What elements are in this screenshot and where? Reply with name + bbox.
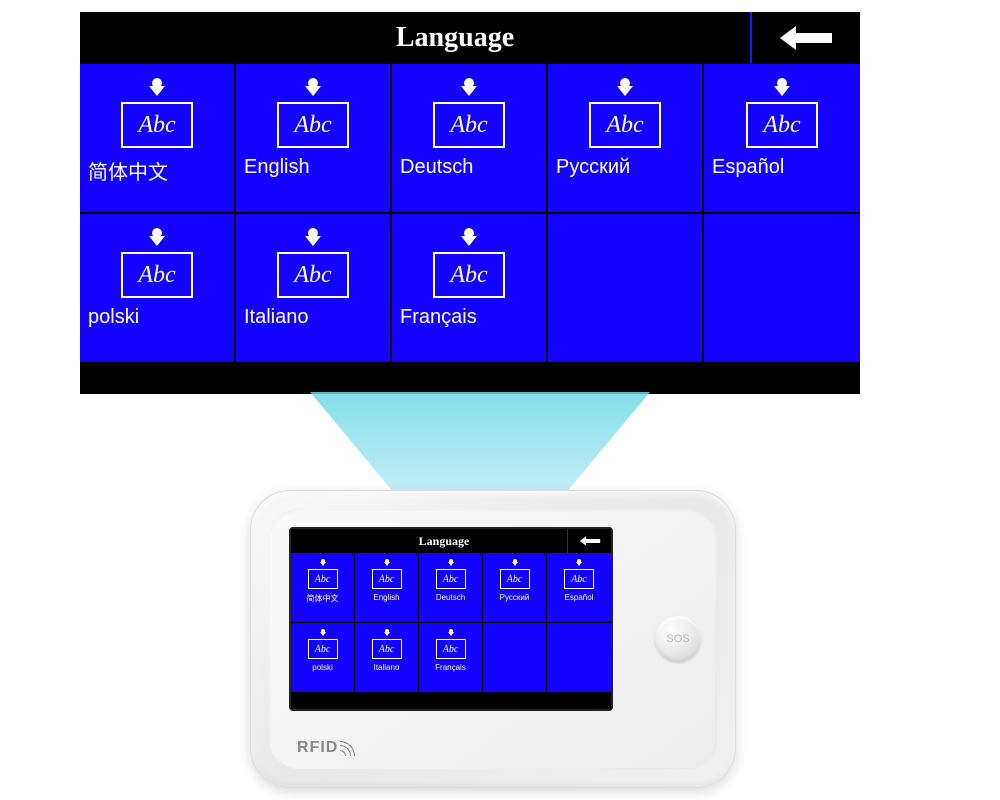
language-label: English	[236, 156, 310, 179]
language-option-empty	[548, 214, 704, 364]
language-option-french[interactable]: Abc Français	[392, 214, 548, 364]
language-label: polski	[312, 663, 332, 672]
language-label: 简体中文	[80, 156, 168, 185]
back-button[interactable]	[567, 529, 611, 553]
language-label: Español	[565, 593, 594, 602]
abc-board-icon: Abc	[308, 559, 338, 589]
language-label: Русский	[500, 593, 530, 602]
abc-board-icon: Abc	[372, 559, 402, 589]
alarm-panel-device: Language Abc 简体中文 Abc English Abc Deutsc…	[250, 490, 736, 788]
header-bar: Language	[80, 12, 860, 64]
abc-board-icon: Abc	[121, 78, 193, 148]
language-option-spanish[interactable]: Abc Español	[704, 64, 860, 214]
back-button[interactable]	[750, 12, 860, 63]
abc-board-icon: Abc	[436, 629, 466, 659]
language-option-russian[interactable]: Abc Русский	[548, 64, 704, 214]
sos-button[interactable]: SOS	[655, 616, 701, 662]
abc-board-icon: Abc	[564, 559, 594, 589]
language-label: Italiano	[374, 663, 400, 672]
rfid-label: RFID	[297, 739, 356, 757]
abc-board-icon: Abc	[277, 228, 349, 298]
language-option-italian[interactable]: Abc Italiano	[355, 623, 419, 693]
abc-board-icon: Abc	[277, 78, 349, 148]
language-label: Español	[704, 156, 784, 179]
language-label: English	[373, 593, 399, 602]
abc-board-icon: Abc	[433, 78, 505, 148]
language-option-empty	[547, 623, 611, 693]
language-option-chinese-simplified[interactable]: Abc 简体中文	[80, 64, 236, 214]
header-bar: Language	[291, 529, 611, 553]
language-option-empty	[483, 623, 547, 693]
language-option-english[interactable]: Abc English	[236, 64, 392, 214]
language-option-chinese-simplified[interactable]: Abc 简体中文	[291, 553, 355, 623]
abc-board-icon: Abc	[500, 559, 530, 589]
language-option-german[interactable]: Abc Deutsch	[419, 553, 483, 623]
language-option-empty	[704, 214, 860, 364]
language-option-german[interactable]: Abc Deutsch	[392, 64, 548, 214]
language-label: Français	[392, 306, 477, 329]
language-option-french[interactable]: Abc Français	[419, 623, 483, 693]
footer-bar	[80, 364, 860, 394]
abc-board-icon: Abc	[589, 78, 661, 148]
language-grid: Abc 简体中文 Abc English Abc Deutsch Abc Рус…	[80, 64, 860, 364]
language-label: Deutsch	[392, 156, 473, 179]
page-title: Language	[321, 529, 567, 553]
language-label: Русский	[548, 156, 630, 179]
language-label: 简体中文	[307, 593, 339, 604]
abc-board-icon: Abc	[436, 559, 466, 589]
header-spacer	[80, 12, 160, 63]
language-option-polish[interactable]: Abc polski	[80, 214, 236, 364]
language-label: Italiano	[236, 306, 309, 329]
language-option-russian[interactable]: Abc Русский	[483, 553, 547, 623]
abc-board-icon: Abc	[746, 78, 818, 148]
language-label: polski	[80, 306, 139, 329]
language-grid: Abc 简体中文 Abc English Abc Deutsch Abc Рус…	[291, 553, 611, 693]
header-spacer	[291, 529, 321, 553]
arrow-left-icon	[579, 535, 601, 547]
abc-board-icon: Abc	[372, 629, 402, 659]
language-option-spanish[interactable]: Abc Español	[547, 553, 611, 623]
language-option-italian[interactable]: Abc Italiano	[236, 214, 392, 364]
arrow-left-icon	[778, 24, 834, 52]
language-screen-enlarged: Language Abc 简体中文 Abc English Abc	[80, 12, 860, 394]
page-title: Language	[160, 12, 750, 63]
abc-board-icon: Abc	[121, 228, 193, 298]
abc-board-icon: Abc	[433, 228, 505, 298]
language-option-polish[interactable]: Abc polski	[291, 623, 355, 693]
device-touchscreen[interactable]: Language Abc 简体中文 Abc English Abc Deutsc…	[291, 529, 611, 709]
language-label: Deutsch	[436, 593, 465, 602]
language-option-english[interactable]: Abc English	[355, 553, 419, 623]
abc-board-icon: Abc	[308, 629, 338, 659]
rfid-waves-icon	[340, 740, 356, 756]
rfid-text: RFID	[297, 739, 338, 757]
footer-bar	[291, 693, 611, 709]
language-label: Français	[435, 663, 466, 672]
